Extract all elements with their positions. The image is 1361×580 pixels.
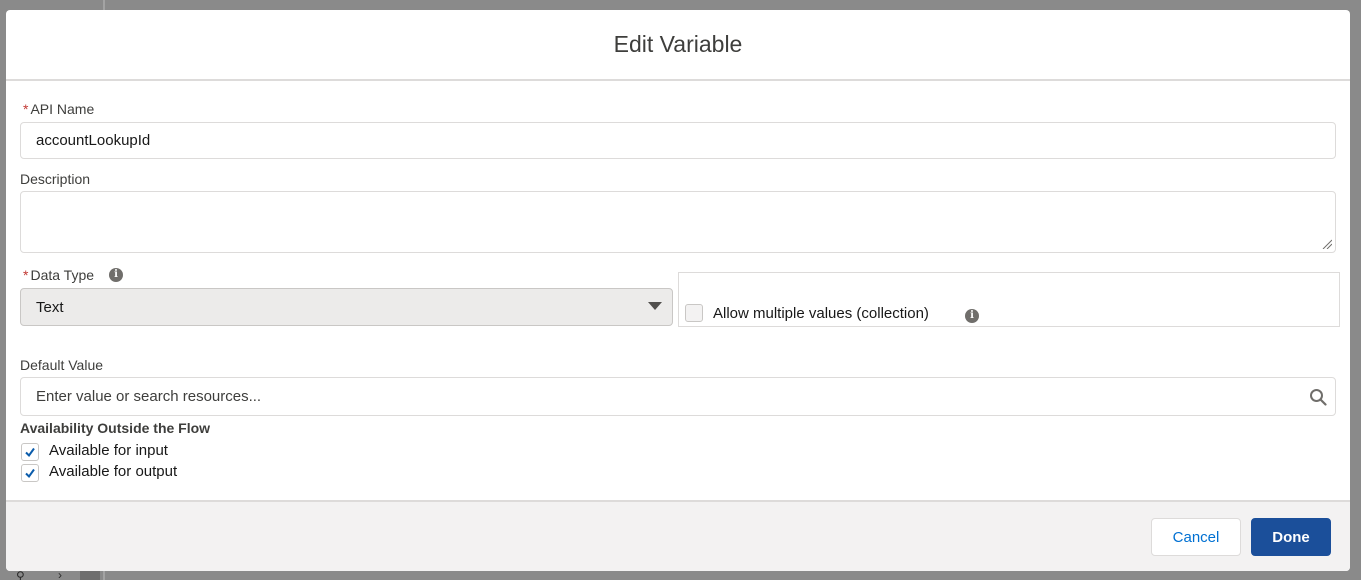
available-output-checkbox[interactable] xyxy=(21,464,39,482)
data-type-select[interactable]: Text xyxy=(20,288,673,326)
checkmark-icon xyxy=(25,447,35,458)
api-name-value: accountLookupId xyxy=(36,132,151,149)
default-value-placeholder: Enter value or search resources... xyxy=(36,388,262,405)
background-divider-bottom xyxy=(103,571,105,580)
info-icon[interactable]: i xyxy=(965,309,979,323)
done-button[interactable]: Done xyxy=(1251,518,1331,556)
modal-footer: Cancel Done xyxy=(6,500,1350,571)
edit-variable-modal: Edit Variable * API Name accountLookupId … xyxy=(6,10,1350,571)
description-textarea[interactable] xyxy=(20,191,1336,253)
collection-checkbox[interactable] xyxy=(685,304,703,322)
background-page-strip: ⚲ › xyxy=(0,568,1361,580)
data-type-selected: Text xyxy=(36,298,64,316)
info-icon[interactable]: i xyxy=(109,268,123,282)
collection-container: Allow multiple values (collection) i xyxy=(678,272,1340,327)
available-input-checkbox[interactable] xyxy=(21,443,39,461)
default-value-label: Default Value xyxy=(20,357,104,373)
required-marker: * xyxy=(23,101,29,117)
collection-label: Allow multiple values (collection) xyxy=(713,305,929,322)
required-marker: * xyxy=(23,267,29,283)
modal-header: Edit Variable xyxy=(6,10,1350,81)
data-type-label: * Data Type xyxy=(23,267,94,283)
chevron-down-icon xyxy=(648,302,662,310)
api-name-label-text: API Name xyxy=(30,101,95,117)
modal-title: Edit Variable xyxy=(613,31,743,57)
data-type-label-text: Data Type xyxy=(30,267,95,283)
description-label: Description xyxy=(20,171,91,187)
modal-body: * API Name accountLookupId Description * D… xyxy=(6,81,1350,501)
default-value-input[interactable]: Enter value or search resources... xyxy=(20,377,1336,416)
resize-grip-icon[interactable] xyxy=(1322,239,1332,249)
availability-section-title: Availability Outside the Flow xyxy=(20,420,211,436)
checkmark-icon xyxy=(25,468,35,479)
api-name-label: * API Name xyxy=(23,101,94,117)
search-icon[interactable] xyxy=(1309,388,1327,406)
cancel-button[interactable]: Cancel xyxy=(1151,518,1241,556)
background-divider xyxy=(103,0,105,10)
api-name-input[interactable]: accountLookupId xyxy=(20,122,1336,159)
available-output-label: Available for output xyxy=(49,463,178,480)
available-input-label: Available for input xyxy=(49,442,168,459)
background-block xyxy=(80,571,100,580)
